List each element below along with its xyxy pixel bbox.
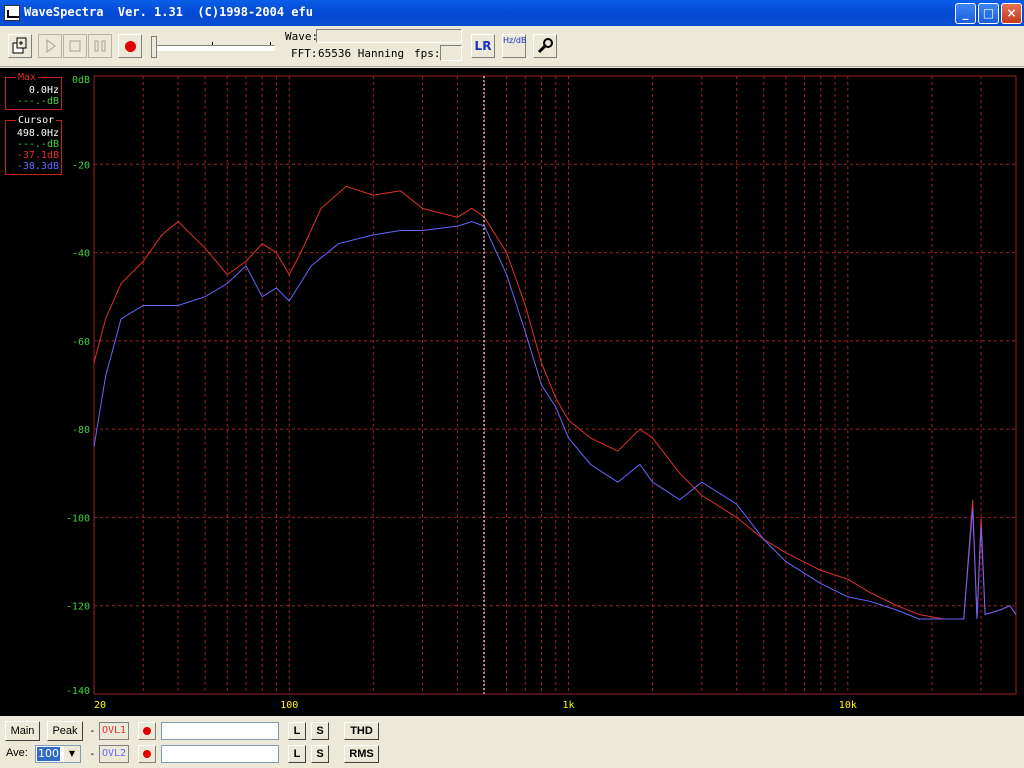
ovl1-save-button[interactable]: S [311, 722, 329, 740]
y-tick-label: -100 [66, 513, 90, 524]
y-tick-label: -20 [72, 160, 90, 171]
wave-field [316, 29, 462, 43]
max-level: ---.-dB [16, 96, 59, 107]
fps-label: fps: [414, 47, 441, 60]
y-tick-label: 0dB [72, 75, 90, 86]
x-tick-label: 10k [839, 700, 857, 711]
hz-db-button[interactable]: Hz/dB [502, 34, 526, 58]
slider-tick [270, 42, 271, 45]
blue-trace [93, 221, 1017, 620]
window-title: WaveSpectra Ver. 1.31 (C)1998-2004 efu [24, 5, 313, 19]
spectrum-display[interactable]: 0dB -20 -40 -60 -80 -100 -120 -140 20 100 1k 10k M… [0, 68, 1024, 716]
peak-button[interactable]: Peak [47, 721, 83, 741]
ovl2-save-button[interactable]: S [311, 745, 329, 763]
x-tick-label: 1k [563, 700, 575, 711]
average-select[interactable]: 100 ▼ [35, 745, 81, 763]
x-tick-label: 100 [280, 700, 298, 711]
ovl2-load-button[interactable]: L [288, 745, 306, 763]
cursor-freq: 498.0Hz [16, 128, 59, 139]
average-label: Ave: [6, 747, 28, 759]
wrench-icon [537, 38, 553, 54]
title-bar[interactable]: WaveSpectra Ver. 1.31 (C)1998-2004 efu _… [0, 0, 1024, 26]
settings-button[interactable] [533, 34, 557, 58]
slider-tick [212, 42, 213, 45]
x-tick-label: 20 [94, 700, 106, 711]
close-button[interactable]: × [1001, 3, 1022, 24]
stop-button[interactable] [63, 34, 87, 58]
open-file-button[interactable] [8, 34, 32, 58]
record-button[interactable] [118, 34, 142, 58]
play-button[interactable] [38, 34, 62, 58]
y-tick-label: -140 [66, 686, 90, 697]
volume-slider-thumb[interactable] [151, 36, 157, 58]
row1-dash: - [89, 724, 96, 737]
pause-icon [94, 40, 106, 52]
max-readout: Max 0.0Hz ---.-dB [5, 72, 62, 110]
bottom-panel: Main Peak - OVL1 L S THD Ave: 100 ▼ - OV… [0, 716, 1024, 768]
fft-label: FFT: [291, 47, 318, 60]
ovl2-record-button[interactable] [138, 745, 156, 763]
fps-field [440, 45, 462, 61]
channel-lr-button[interactable]: LR [471, 34, 495, 58]
max-title: Max [16, 72, 39, 83]
toolbar: Wave: FFT: 65536 Hanning fps: LR Hz/dB [0, 26, 1024, 67]
main-button[interactable]: Main [5, 721, 40, 741]
cursor-level-3: -38.3dB [16, 161, 59, 172]
open-file-icon [12, 37, 27, 54]
ovl1-load-button[interactable]: L [288, 722, 306, 740]
ovl2-indicator: OVL2 [99, 745, 130, 763]
max-freq: 0.0Hz [28, 85, 59, 96]
average-value: 100 [37, 747, 60, 761]
app-icon[interactable] [4, 5, 20, 21]
cursor-level-1: ---.-dB [16, 139, 59, 150]
ovl1-record-button[interactable] [138, 722, 156, 740]
cursor-title: Cursor [16, 115, 57, 126]
thd-button[interactable]: THD [344, 722, 379, 740]
hz-db-icon: Hz/dB [503, 36, 527, 45]
plot-frame [93, 75, 1017, 695]
fft-value: 65536 Hanning [318, 47, 405, 60]
red-trace [93, 185, 1017, 620]
stop-icon [69, 40, 81, 52]
maximize-button[interactable]: □ [978, 3, 999, 24]
play-icon [46, 39, 56, 53]
lr-icon: LR [474, 39, 492, 53]
y-tick-label: -60 [72, 337, 90, 348]
ovl1-indicator: OVL1 [99, 722, 130, 740]
y-tick-label: -40 [72, 249, 90, 260]
ovl2-name-field[interactable] [161, 745, 279, 763]
cursor-readout: Cursor 498.0Hz ---.-dB -37.1dB -38.3dB [5, 115, 62, 175]
y-tick-label: -80 [72, 425, 90, 436]
row2-dash: - [89, 747, 96, 760]
cursor-level-2: -37.1dB [16, 150, 59, 161]
wave-label: Wave: [285, 30, 319, 43]
minimize-button[interactable]: _ [955, 3, 976, 24]
pause-button[interactable] [88, 34, 112, 58]
record-icon [125, 41, 136, 52]
rms-button[interactable]: RMS [344, 745, 379, 763]
ovl1-name-field[interactable] [161, 722, 279, 740]
chevron-down-icon[interactable]: ▼ [64, 746, 80, 762]
spectrum-chart[interactable]: 0dB -20 -40 -60 -80 -100 -120 -140 20 100 1k 10k [0, 68, 1024, 716]
volume-slider-track[interactable] [155, 45, 275, 51]
y-tick-label: -120 [66, 602, 90, 613]
